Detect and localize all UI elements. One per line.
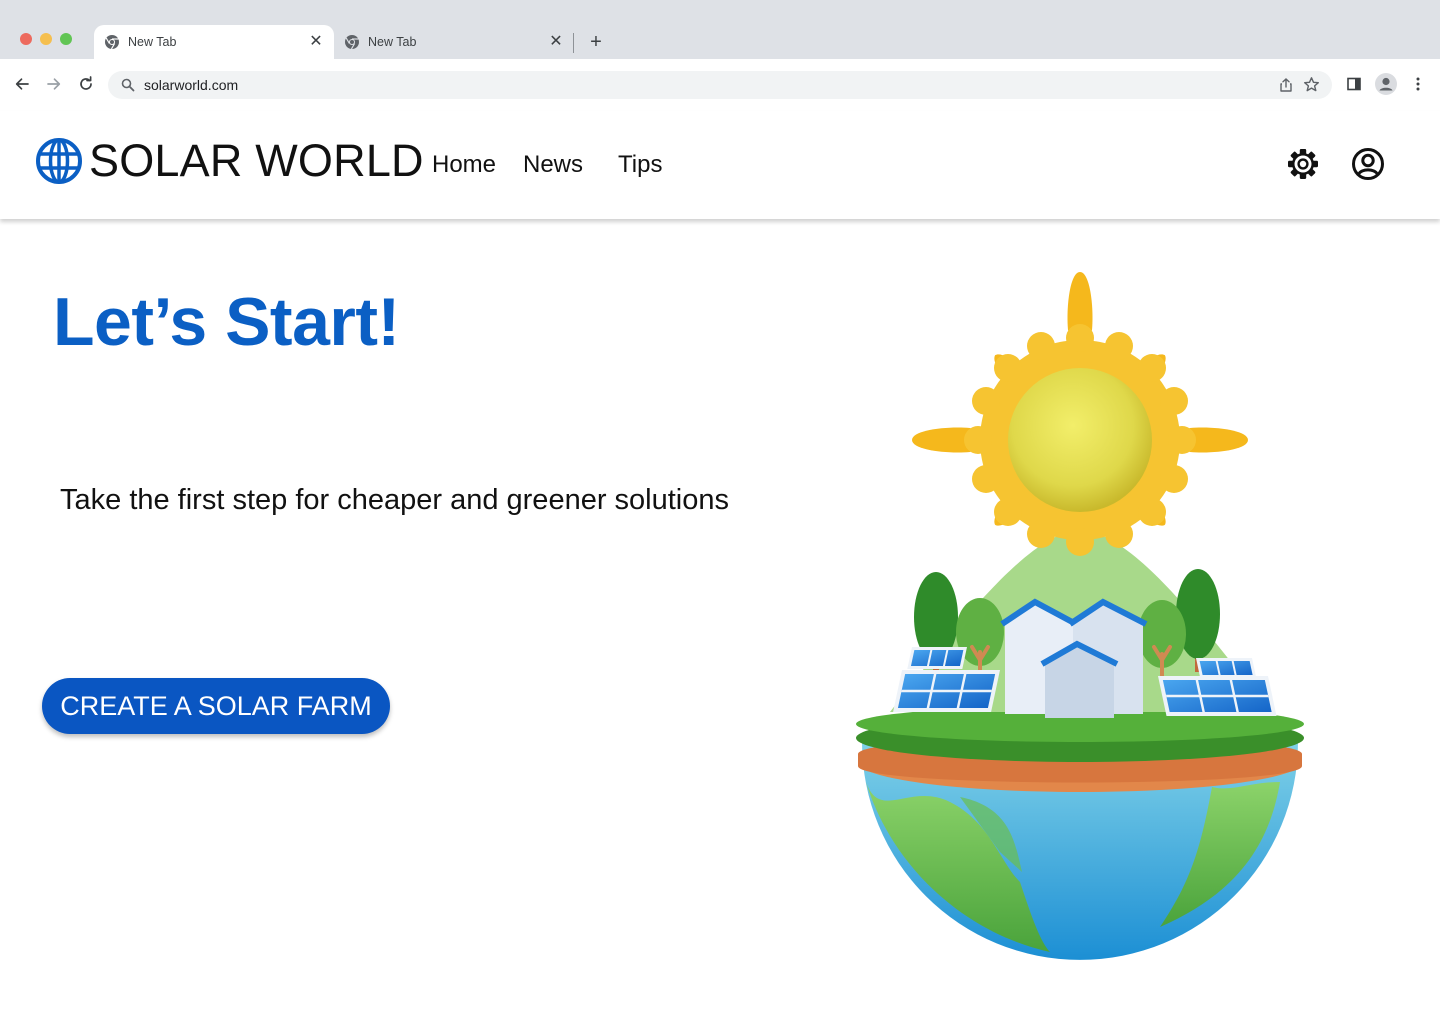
browser-tab-inactive[interactable]: New Tab ✕ bbox=[334, 25, 574, 59]
tab-divider bbox=[573, 33, 574, 53]
url-text[interactable]: solarworld.com bbox=[144, 77, 238, 93]
star-icon[interactable] bbox=[1303, 76, 1320, 93]
tab-close-icon[interactable]: ✕ bbox=[548, 34, 564, 50]
profile-icon[interactable] bbox=[1374, 72, 1398, 96]
account-icon[interactable] bbox=[1351, 147, 1385, 181]
address-bar[interactable]: solarworld.com bbox=[108, 71, 1332, 99]
solar-earth-illustration bbox=[856, 272, 1304, 960]
browser-tab-strip: New Tab ✕ New Tab ✕ + bbox=[0, 0, 1440, 59]
hero-subtitle: Take the first step for cheaper and gree… bbox=[60, 484, 729, 516]
site-header: SOLAR WORLD Home News Tips bbox=[0, 111, 1440, 219]
side-panel-icon[interactable] bbox=[1345, 74, 1363, 94]
back-arrow-icon[interactable] bbox=[12, 74, 32, 94]
brand-title[interactable]: SOLAR WORLD bbox=[89, 135, 424, 187]
tab-close-icon[interactable]: ✕ bbox=[308, 34, 324, 50]
reload-icon[interactable] bbox=[76, 74, 96, 94]
window-close-button[interactable] bbox=[20, 33, 32, 45]
nav-tips-link[interactable]: Tips bbox=[618, 151, 662, 179]
gear-icon[interactable] bbox=[1286, 147, 1320, 181]
browser-tab-active[interactable]: New Tab ✕ bbox=[94, 25, 334, 59]
kebab-menu-icon[interactable] bbox=[1410, 74, 1426, 94]
window-minimize-button[interactable] bbox=[40, 33, 52, 45]
nav-home-link[interactable]: Home bbox=[432, 151, 496, 179]
globe-icon[interactable] bbox=[36, 138, 82, 184]
tab-title: New Tab bbox=[128, 35, 177, 49]
create-solar-farm-button[interactable]: CREATE A SOLAR FARM bbox=[42, 678, 390, 734]
search-icon bbox=[121, 78, 135, 92]
nav-news-link[interactable]: News bbox=[523, 151, 583, 179]
chrome-favicon-icon bbox=[105, 35, 119, 50]
share-icon[interactable] bbox=[1278, 77, 1294, 93]
window-zoom-button[interactable] bbox=[60, 33, 72, 45]
browser-toolbar: solarworld.com bbox=[0, 59, 1440, 111]
new-tab-button[interactable]: + bbox=[586, 32, 606, 52]
chrome-favicon-icon bbox=[345, 35, 359, 50]
hero-title: Let’s Start! bbox=[53, 284, 400, 360]
forward-arrow-icon[interactable] bbox=[44, 74, 64, 94]
tab-title: New Tab bbox=[368, 35, 417, 49]
